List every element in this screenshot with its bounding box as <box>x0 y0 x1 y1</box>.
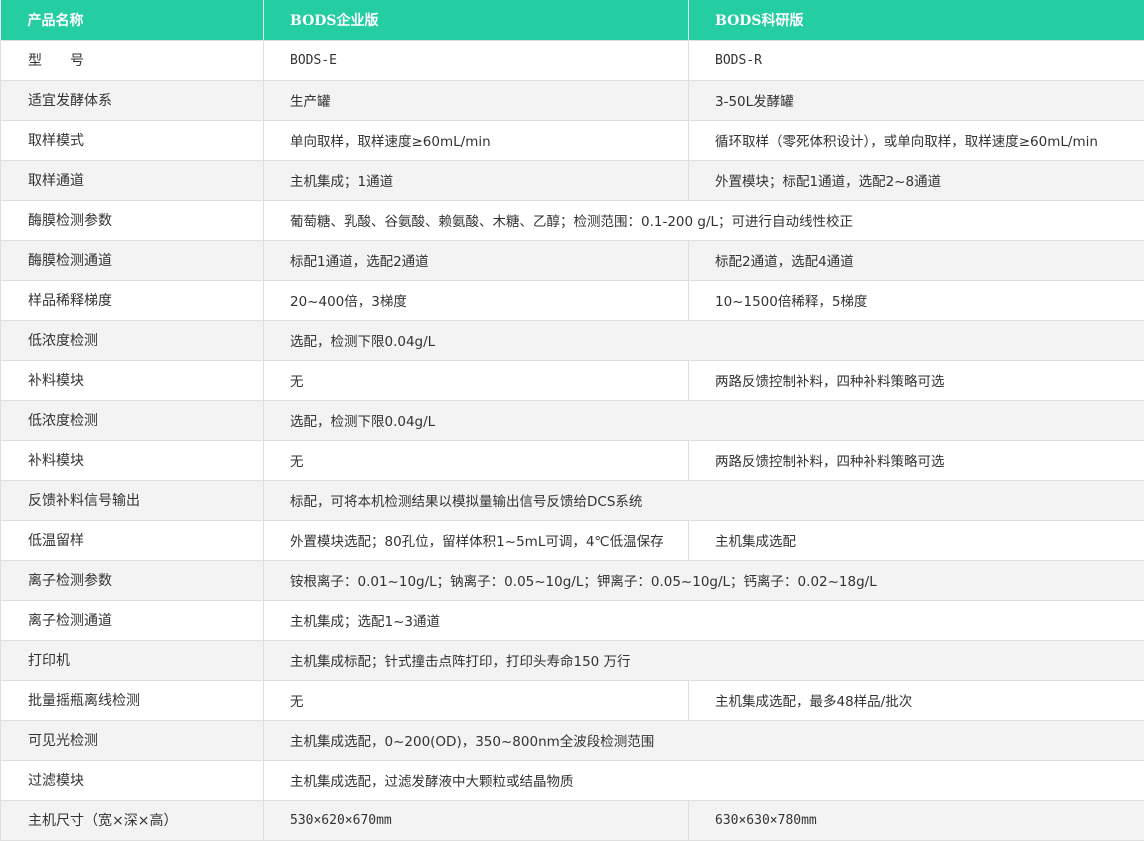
table-row: 适宜发酵体系 生产罐 3-50L发酵罐 <box>0 79 1144 121</box>
row-label: 低浓度检测 <box>0 319 264 361</box>
table-row: 打印机 主机集成标配；针式撞击点阵打印，打印头寿命150 万行 <box>0 639 1144 681</box>
shared-value: 选配，检测下限0.04g/L <box>263 319 1144 361</box>
enterprise-value: 外置模块选配；80孔位，留样体积1~5mL可调，4℃低温保存 <box>263 519 689 561</box>
row-label: 反馈补料信号输出 <box>0 479 264 521</box>
research-value: 3-50L发酵罐 <box>688 79 1144 121</box>
shared-value: 铵根离子：0.01~10g/L；钠离子：0.05~10g/L；钾离子：0.05~… <box>263 559 1144 601</box>
row-label: 过滤模块 <box>0 759 264 801</box>
table-row: 样品稀释梯度 20~400倍，3梯度 10~1500倍稀释，5梯度 <box>0 279 1144 321</box>
row-label: 打印机 <box>0 639 264 681</box>
row-label: 批量摇瓶离线检测 <box>0 679 264 721</box>
table-row: 反馈补料信号输出 标配，可将本机检测结果以模拟量输出信号反馈给DCS系统 <box>0 479 1144 521</box>
row-label: 取样通道 <box>0 159 264 201</box>
row-label: 样品稀释梯度 <box>0 279 264 321</box>
table-row: 低温留样 外置模块选配；80孔位，留样体积1~5mL可调，4℃低温保存 主机集成选配 <box>0 519 1144 561</box>
table-row: 酶膜检测通道 标配1通道，选配2通道 标配2通道，选配4通道 <box>0 239 1144 281</box>
row-label: 适宜发酵体系 <box>0 79 264 121</box>
row-label: 型 号 <box>0 39 264 81</box>
shared-value: 选配，检测下限0.04g/L <box>263 399 1144 441</box>
shared-value: 葡萄糖、乳酸、谷氨酸、赖氨酸、木糖、乙醇；检测范围：0.1-200 g/L；可进… <box>263 199 1144 241</box>
row-label: 补料模块 <box>0 439 264 481</box>
table-row: 酶膜检测参数 葡萄糖、乳酸、谷氨酸、赖氨酸、木糖、乙醇；检测范围：0.1-200 … <box>0 199 1144 241</box>
row-label: 离子检测通道 <box>0 599 264 641</box>
spec-table-body: 型 号 BODS-E BODS-R 适宜发酵体系 生产罐 3-50L发酵罐 取样模式 单向取样… <box>0 39 1144 841</box>
row-label: 酶膜检测参数 <box>0 199 264 241</box>
table-row: 型 号 BODS-E BODS-R <box>0 39 1144 81</box>
table-row: 过滤模块 主机集成选配，过滤发酵液中大颗粒或结晶物质 <box>0 759 1144 801</box>
table-row: 主机尺寸（宽×深×高） 530×620×670mm 630×630×780mm <box>0 799 1144 841</box>
table-row: 离子检测参数 铵根离子：0.01~10g/L；钠离子：0.05~10g/L；钾离子… <box>0 559 1144 601</box>
table-row: 取样模式 单向取样，取样速度≥60mL/min 循环取样（零死体积设计），或单向取样… <box>0 119 1144 161</box>
row-label: 主机尺寸（宽×深×高） <box>0 799 264 841</box>
table-row: 低浓度检测 选配，检测下限0.04g/L <box>0 399 1144 441</box>
row-label: 可见光检测 <box>0 719 264 761</box>
research-value: 两路反馈控制补料，四种补料策略可选 <box>688 439 1144 481</box>
table-row: 低浓度检测 选配，检测下限0.04g/L <box>0 319 1144 361</box>
table-row: 补料模块无两路反馈控制补料，四种补料策略可选 <box>0 439 1144 481</box>
research-value: 两路反馈控制补料，四种补料策略可选 <box>688 359 1144 401</box>
table-row: 离子检测通道 主机集成；选配1~3通道 <box>0 599 1144 641</box>
research-value: 630×630×780mm <box>688 799 1144 841</box>
enterprise-value: 无 <box>263 359 689 401</box>
header-row: 产品名称 BODS企业版 BODS科研版 <box>0 0 1144 40</box>
header-product-name: 产品名称 <box>0 0 264 40</box>
table-row: 可见光检测 主机集成选配，0~200(OD)，350~800nm全波段检测范围 <box>0 719 1144 761</box>
enterprise-value: 20~400倍，3梯度 <box>263 279 689 321</box>
table-row: 补料模块无两路反馈控制补料，四种补料策略可选 <box>0 359 1144 401</box>
enterprise-value: BODS-E <box>263 39 689 81</box>
research-value: 循环取样（零死体积设计），或单向取样，取样速度≥60mL/min <box>688 119 1144 161</box>
research-value: 标配2通道，选配4通道 <box>688 239 1144 281</box>
enterprise-value: 530×620×670mm <box>263 799 689 841</box>
research-value: 主机集成选配，最多48样品/批次 <box>688 679 1144 721</box>
research-value: 10~1500倍稀释，5梯度 <box>688 279 1144 321</box>
research-value: BODS-R <box>688 39 1144 81</box>
table-row: 批量摇瓶离线检测无主机集成选配，最多48样品/批次 <box>0 679 1144 721</box>
row-label: 低浓度检测 <box>0 399 264 441</box>
shared-value: 主机集成选配，过滤发酵液中大颗粒或结晶物质 <box>263 759 1144 801</box>
row-label: 酶膜检测通道 <box>0 239 264 281</box>
shared-value: 主机集成标配；针式撞击点阵打印，打印头寿命150 万行 <box>263 639 1144 681</box>
row-label: 取样模式 <box>0 119 264 161</box>
row-label: 离子检测参数 <box>0 559 264 601</box>
table-row: 取样通道 主机集成；1通道 外置模块；标配1通道，选配2~8通道 <box>0 159 1144 201</box>
shared-value: 主机集成选配，0~200(OD)，350~800nm全波段检测范围 <box>263 719 1144 761</box>
row-label: 低温留样 <box>0 519 264 561</box>
enterprise-value: 无 <box>263 439 689 481</box>
research-value: 主机集成选配 <box>688 519 1144 561</box>
header-enterprise-edition: BODS企业版 <box>263 0 689 40</box>
row-label: 补料模块 <box>0 359 264 401</box>
shared-value: 标配，可将本机检测结果以模拟量输出信号反馈给DCS系统 <box>263 479 1144 521</box>
enterprise-value: 无 <box>263 679 689 721</box>
enterprise-value: 单向取样，取样速度≥60mL/min <box>263 119 689 161</box>
spec-table: 产品名称 BODS企业版 BODS科研版 型 号 BODS-E BODS-R 适宜发酵… <box>0 0 1144 841</box>
enterprise-value: 生产罐 <box>263 79 689 121</box>
research-value: 外置模块；标配1通道，选配2~8通道 <box>688 159 1144 201</box>
header-research-edition: BODS科研版 <box>688 0 1144 40</box>
shared-value: 主机集成；选配1~3通道 <box>263 599 1144 641</box>
enterprise-value: 标配1通道，选配2通道 <box>263 239 689 281</box>
enterprise-value: 主机集成；1通道 <box>263 159 689 201</box>
